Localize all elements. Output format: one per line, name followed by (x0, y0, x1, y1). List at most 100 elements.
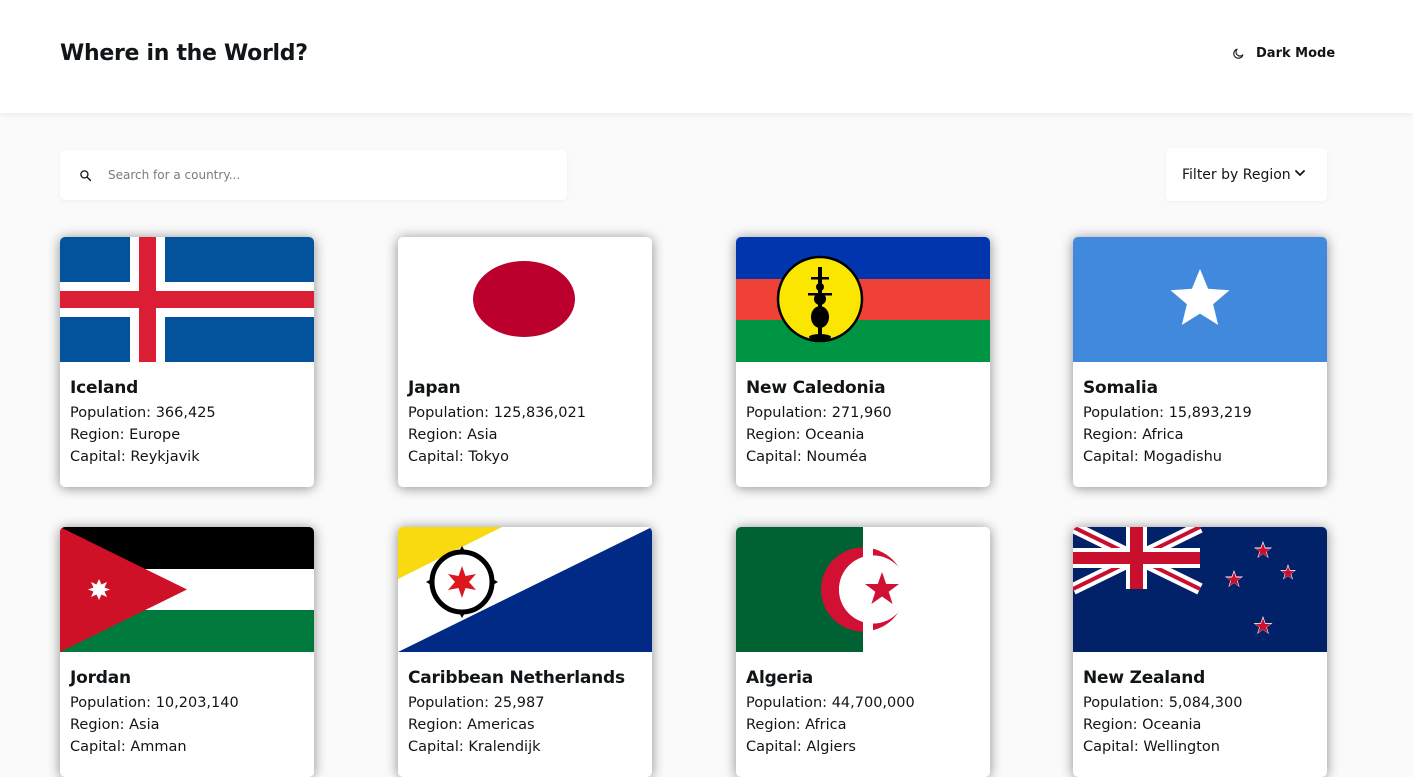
region-value: Africa (805, 717, 847, 733)
population-row: Population: 10,203,140 (70, 692, 304, 714)
region-row: Region: Asia (408, 424, 642, 446)
region-row: Region: Asia (70, 714, 304, 736)
region-label: Region: (70, 717, 125, 733)
country-card-new-zealand[interactable]: New Zealand Population: 5,084,300 Region… (1073, 527, 1327, 777)
chevron-down-icon (1294, 169, 1305, 176)
capital-value: Amman (130, 739, 187, 755)
population-value: 10,203,140 (155, 695, 239, 711)
capital-value: Mogadishu (1143, 449, 1222, 465)
region-row: Region: Americas (408, 714, 642, 736)
search-box[interactable] (60, 150, 567, 200)
capital-row: Capital: Mogadishu (1083, 446, 1317, 468)
population-label: Population: (1083, 405, 1165, 421)
country-name: New Caledonia (746, 378, 886, 398)
population-row: Population: 5,084,300 (1083, 692, 1317, 714)
population-row: Population: 125,836,021 (408, 402, 642, 424)
region-label: Region: (70, 427, 125, 443)
capital-value: Nouméa (806, 449, 868, 465)
capital-label: Capital: (746, 739, 802, 755)
jordan-flag (60, 527, 314, 652)
country-card-jordan[interactable]: Jordan Population: 10,203,140 Region: As… (60, 527, 314, 777)
capital-row: Capital: Nouméa (746, 446, 980, 468)
region-row: Region: Europe (70, 424, 304, 446)
search-input[interactable] (108, 168, 528, 182)
capital-row: Capital: Tokyo (408, 446, 642, 468)
country-card-new-caledonia[interactable]: New Caledonia Population: 271,960 Region… (736, 237, 990, 487)
capital-label: Capital: (746, 449, 802, 465)
capital-value: Kralendijk (468, 739, 541, 755)
region-row: Region: Oceania (1083, 714, 1317, 736)
filter-by-region-dropdown[interactable]: Filter by Region (1166, 148, 1327, 201)
country-card-caribbean-netherlands[interactable]: Caribbean Netherlands Population: 25,987… (398, 527, 652, 777)
country-name: Caribbean Netherlands (408, 668, 625, 688)
region-label: Region: (1083, 717, 1138, 733)
new-caledonia-flag (736, 237, 990, 362)
region-value: Europe (129, 427, 181, 443)
region-label: Region: (408, 427, 463, 443)
country-name: Algeria (746, 668, 813, 688)
country-card-japan[interactable]: Japan Population: 125,836,021 Region: As… (398, 237, 652, 487)
region-label: Region: (746, 717, 801, 733)
dark-mode-label: Dark Mode (1256, 46, 1336, 61)
population-value: 125,836,021 (493, 405, 586, 421)
region-value: Oceania (805, 427, 865, 443)
region-label: Region: (408, 717, 463, 733)
region-row: Region: Africa (746, 714, 980, 736)
population-row: Population: 366,425 (70, 402, 304, 424)
population-label: Population: (408, 695, 490, 711)
population-label: Population: (70, 405, 152, 421)
population-row: Population: 25,987 (408, 692, 642, 714)
japan-flag (398, 237, 652, 362)
population-value: 366,425 (155, 405, 216, 421)
population-row: Population: 271,960 (746, 402, 980, 424)
capital-value: Reykjavik (130, 449, 200, 465)
population-label: Population: (70, 695, 152, 711)
capital-label: Capital: (408, 449, 464, 465)
region-value: Asia (467, 427, 498, 443)
population-value: 44,700,000 (831, 695, 915, 711)
country-card-algeria[interactable]: Algeria Population: 44,700,000 Region: A… (736, 527, 990, 777)
country-name: Japan (408, 378, 461, 398)
population-label: Population: (1083, 695, 1165, 711)
population-row: Population: 15,893,219 (1083, 402, 1317, 424)
population-label: Population: (746, 405, 828, 421)
population-value: 15,893,219 (1168, 405, 1252, 421)
population-value: 25,987 (493, 695, 545, 711)
new-zealand-flag (1073, 527, 1327, 652)
filter-label: Filter by Region (1182, 166, 1291, 183)
population-value: 271,960 (831, 405, 892, 421)
capital-value: Tokyo (468, 449, 509, 465)
country-name: New Zealand (1083, 668, 1206, 688)
somalia-flag (1073, 237, 1327, 362)
capital-label: Capital: (1083, 739, 1139, 755)
region-row: Region: Oceania (746, 424, 980, 446)
capital-label: Capital: (1083, 449, 1139, 465)
region-value: Asia (129, 717, 160, 733)
capital-value: Wellington (1143, 739, 1220, 755)
search-icon (80, 169, 92, 181)
app-header: Where in the World? Dark Mode (0, 0, 1413, 113)
country-name: Iceland (70, 378, 139, 398)
capital-label: Capital: (70, 449, 126, 465)
dark-mode-toggle[interactable]: Dark Mode (1232, 46, 1335, 61)
caribbean-netherlands-flag (398, 527, 652, 652)
algeria-flag (736, 527, 990, 652)
iceland-flag (60, 237, 314, 362)
capital-label: Capital: (408, 739, 464, 755)
capital-value: Algiers (806, 739, 856, 755)
region-label: Region: (746, 427, 801, 443)
region-value: Africa (1142, 427, 1184, 443)
country-card-somalia[interactable]: Somalia Population: 15,893,219 Region: A… (1073, 237, 1327, 487)
region-value: Oceania (1142, 717, 1202, 733)
country-card-iceland[interactable]: Iceland Population: 366,425 Region: Euro… (60, 237, 314, 487)
region-row: Region: Africa (1083, 424, 1317, 446)
country-name: Somalia (1083, 378, 1158, 398)
population-label: Population: (746, 695, 828, 711)
capital-row: Capital: Reykjavik (70, 446, 304, 468)
population-value: 5,084,300 (1168, 695, 1243, 711)
country-name: Jordan (70, 668, 131, 688)
moon-icon (1233, 48, 1244, 59)
app-title: Where in the World? (60, 41, 308, 66)
population-label: Population: (408, 405, 490, 421)
capital-label: Capital: (70, 739, 126, 755)
